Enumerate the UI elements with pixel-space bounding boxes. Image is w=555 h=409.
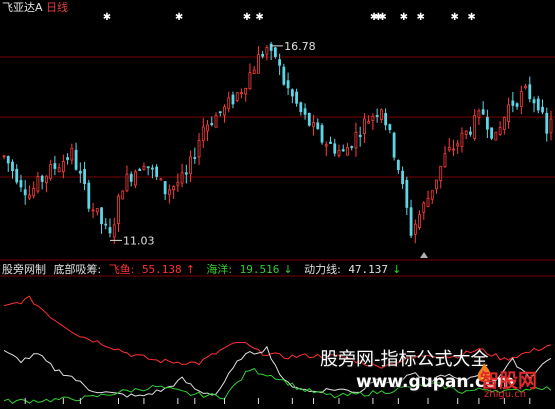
low-price-label: 11.03 (123, 234, 155, 247)
candle[interactable] (282, 63, 286, 86)
series2-label: 海洋: (206, 263, 233, 276)
series2-arrow: ↓ (283, 263, 293, 276)
candle[interactable] (494, 131, 498, 141)
signal-marker-icon: ✱ (417, 12, 425, 23)
candle[interactable] (87, 179, 91, 212)
candle[interactable] (134, 169, 137, 189)
candle[interactable] (320, 122, 324, 145)
series2-readout: 海洋: 19.516 ↓ (206, 263, 300, 276)
signal-marker-icon: ✱ (243, 12, 251, 23)
series3-label: 动力线: (304, 263, 341, 276)
candle[interactable] (490, 127, 494, 141)
period-label[interactable]: 日线 (46, 1, 68, 14)
indicator-status-bar: 股旁网制 底部吸筹: 飞鱼: 55.138 ↑ 海洋: 19.516 ↓ 动力线: … (2, 263, 409, 276)
logo-domain: zhigu.cn (484, 389, 527, 400)
candle[interactable] (121, 190, 125, 200)
high-price-label: 16.78 (284, 40, 316, 53)
candle[interactable] (273, 46, 277, 59)
series1-label: 飞鱼: (108, 263, 135, 276)
chart-title: 飞亚达A 日线 (2, 1, 68, 14)
series3-value: 47.137 (348, 263, 389, 276)
series1-arrow: ↑ (185, 263, 195, 276)
indicator-panel-title[interactable]: 股旁网制 (2, 263, 46, 276)
signal-marker-icon: ✱ (103, 12, 111, 23)
stock-name: 飞亚达A (2, 1, 43, 14)
signal-marker-icon: ✱ (400, 12, 408, 23)
candle[interactable] (392, 131, 396, 161)
watermark-text: 股旁网-指标公式大全 (320, 349, 489, 370)
series1-value: 55.138 (141, 263, 182, 276)
series1-readout: 飞鱼: 55.138 ↑ (109, 263, 203, 276)
signal-marker-icon: ✱ (467, 12, 475, 23)
series2-value: 19.516 (239, 263, 280, 276)
signal-marker-icon: ✱ (378, 12, 386, 23)
indicator-name: 底部吸筹: (53, 263, 102, 276)
candle[interactable] (235, 91, 239, 103)
candle[interactable] (307, 112, 311, 127)
signal-marker-icon: ✱ (450, 12, 458, 23)
series3-readout: 动力线: 47.137 ↓ (304, 263, 405, 276)
series3-arrow: ↓ (392, 263, 402, 276)
signal-marker-icon: ✱ (255, 12, 263, 23)
signal-marker-icon: ✱ (175, 12, 183, 23)
